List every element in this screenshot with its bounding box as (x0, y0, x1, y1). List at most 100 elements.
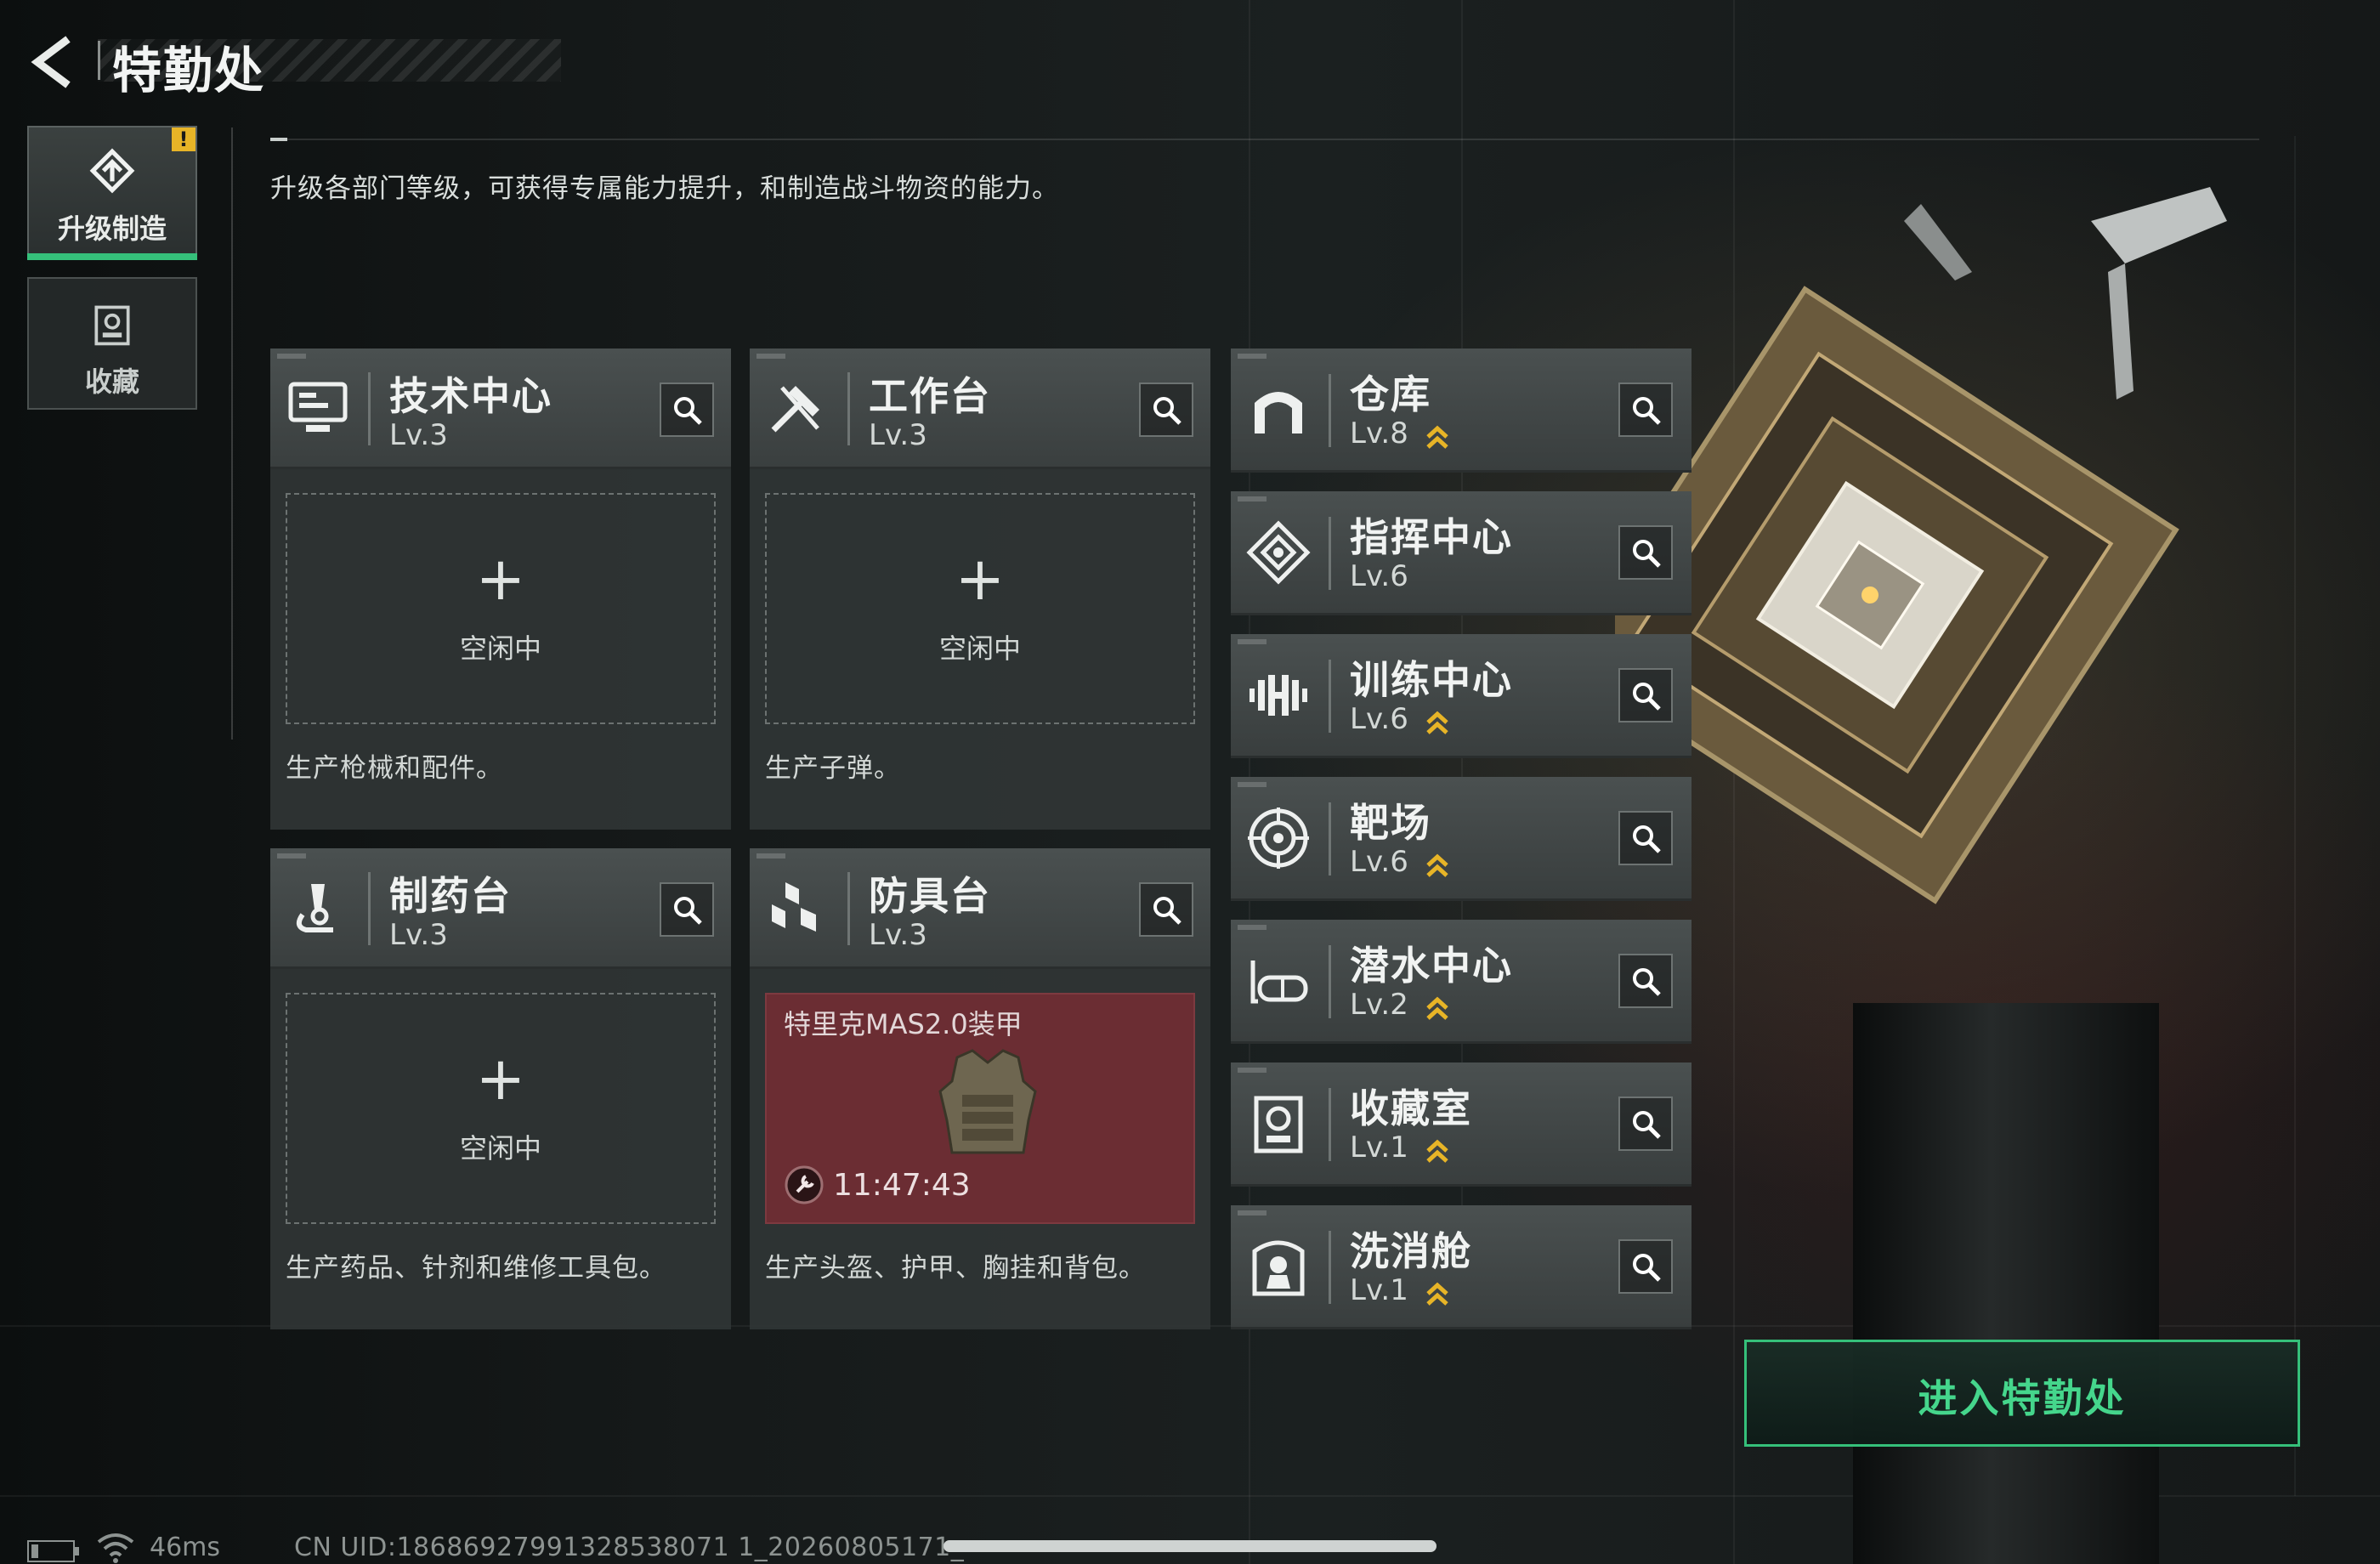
network-ping: 46ms (150, 1533, 221, 1562)
upgrade-available-icon (1426, 1282, 1448, 1306)
search-icon (1633, 1111, 1661, 1139)
dept-name: 防具台 (869, 873, 991, 919)
inspect-button[interactable] (1618, 954, 1673, 1008)
slot-status: 空闲中 (459, 632, 541, 665)
machine-pillar (1853, 1003, 2159, 1564)
facility-decontamination[interactable]: 洗消舱 Lv.1 (1231, 1205, 1692, 1329)
facility-level: Lv.2 (1350, 988, 1408, 1022)
dept-description: 生产头盔、护甲、胸挂和背包。 (765, 1253, 1146, 1284)
header-divider (847, 872, 850, 945)
facility-diving-center[interactable]: 潜水中心 Lv.2 (1231, 920, 1692, 1044)
target-icon (1248, 808, 1309, 869)
header-tag (1238, 925, 1266, 930)
facility-name: 靶场 (1350, 800, 1431, 846)
dept-level: Lv.3 (389, 418, 448, 452)
dept-level: Lv.3 (869, 918, 927, 952)
sidebar-item-label: 升级制造 (57, 212, 167, 245)
inspect-button[interactable] (660, 382, 714, 437)
diving-mask-icon (1250, 960, 1308, 1004)
search-icon (674, 897, 702, 925)
producing-item-name: 特里克MAS2.0装甲 (784, 1008, 1023, 1040)
inspect-button[interactable] (1618, 382, 1673, 437)
dept-card-workbench: 工作台 Lv.3 + 空闲中 生产子弹。 (750, 348, 1210, 830)
production-slot-empty[interactable]: + 空闲中 (765, 493, 1195, 724)
active-indicator (27, 253, 197, 260)
header-divider (1329, 1231, 1331, 1304)
facility-level: Lv.1 (1350, 1273, 1408, 1307)
player-uid: CN UID:18686927991328538071 1_2026080517… (294, 1533, 965, 1562)
dept-name: 工作台 (869, 373, 991, 419)
upgrade-available-icon (1426, 425, 1448, 449)
inspect-button[interactable] (1618, 1096, 1673, 1151)
facility-level: Lv.8 (1350, 416, 1408, 450)
plus-icon: + (955, 544, 1006, 614)
inspect-button[interactable] (1618, 1239, 1673, 1294)
production-timer: 11:47:43 (833, 1168, 971, 1203)
search-icon (1153, 897, 1182, 925)
dept-level: Lv.3 (869, 418, 927, 452)
inspect-button[interactable] (1618, 811, 1673, 865)
production-slot-empty[interactable]: + 空闲中 (286, 993, 716, 1224)
plus-icon: + (475, 544, 526, 614)
search-icon (1153, 397, 1182, 425)
facility-collection-room[interactable]: 收藏室 Lv.1 (1231, 1062, 1692, 1187)
upgrade-available-icon (1426, 1139, 1448, 1163)
wrench-timer-icon (785, 1165, 824, 1204)
title-divider (98, 41, 100, 80)
header-divider (368, 372, 371, 445)
facility-warehouse[interactable]: 仓库 Lv.8 (1231, 348, 1692, 473)
dept-header[interactable]: 技术中心 Lv.3 (270, 348, 731, 469)
header-tag (1238, 1210, 1266, 1216)
dept-header[interactable]: 防具台 Lv.3 (750, 848, 1210, 969)
sidebar-item-upgrade[interactable]: ! 升级制造 (27, 126, 197, 260)
header-tag (277, 853, 306, 858)
page-title: 特勤处 (112, 42, 266, 99)
facility-name: 洗消舱 (1350, 1228, 1472, 1274)
inspect-button[interactable] (660, 882, 714, 937)
inspect-button[interactable] (1139, 382, 1193, 437)
inspect-button[interactable] (1618, 668, 1673, 722)
tools-icon (771, 386, 819, 433)
header-divider (1329, 517, 1331, 590)
collection-icon (94, 305, 130, 346)
dept-description: 生产子弹。 (765, 753, 901, 784)
battery-icon (27, 1540, 79, 1562)
header-divider (1329, 660, 1331, 733)
facility-name: 仓库 (1350, 371, 1431, 417)
facility-command-center[interactable]: 指挥中心 Lv.6 (1231, 491, 1692, 615)
inspect-button[interactable] (1139, 882, 1193, 937)
dept-name: 制药台 (389, 873, 512, 919)
header-tag (1238, 782, 1266, 787)
enter-base-label: 进入特勤处 (1918, 1375, 2127, 1421)
facility-level: Lv.6 (1350, 559, 1408, 593)
sidebar-item-label: 收藏 (84, 366, 139, 398)
production-slot-empty[interactable]: + 空闲中 (286, 493, 716, 724)
section-description: 升级各部门等级，可获得专属能力提升，和制造战斗物资的能力。 (270, 173, 1059, 204)
slot-status: 空闲中 (459, 1132, 541, 1164)
armor-bench-icon (772, 882, 816, 932)
dept-description: 生产药品、针剂和维修工具包。 (286, 1253, 666, 1284)
enter-base-button[interactable]: 进入特勤处 (1744, 1340, 2300, 1447)
dept-header[interactable]: 制药台 Lv.3 (270, 848, 731, 969)
facility-level: Lv.6 (1350, 702, 1408, 736)
slot-status: 空闲中 (938, 632, 1021, 665)
header-divider (1329, 374, 1331, 447)
sidebar-item-collection[interactable]: 收藏 (27, 277, 197, 410)
dept-header[interactable]: 工作台 Lv.3 (750, 348, 1210, 469)
body-armor-icon (938, 1049, 1037, 1154)
command-icon (1246, 520, 1311, 585)
search-icon (1633, 825, 1661, 853)
search-icon (1633, 968, 1661, 996)
facility-training-center[interactable]: 训练中心 Lv.6 (1231, 634, 1692, 758)
home-indicator[interactable] (944, 1540, 1436, 1552)
header-divider (1329, 945, 1331, 1018)
facility-shooting-range[interactable]: 靶场 Lv.6 (1231, 777, 1692, 901)
decontamination-icon (1252, 1240, 1305, 1296)
production-slot-active[interactable]: 特里克MAS2.0装甲 11:47:43 (765, 993, 1195, 1224)
inspect-button[interactable] (1618, 525, 1673, 580)
computer-icon (288, 382, 348, 432)
search-icon (1633, 540, 1661, 568)
header-divider (847, 372, 850, 445)
facility-name: 指挥中心 (1350, 514, 1513, 560)
back-button[interactable] (26, 32, 85, 92)
